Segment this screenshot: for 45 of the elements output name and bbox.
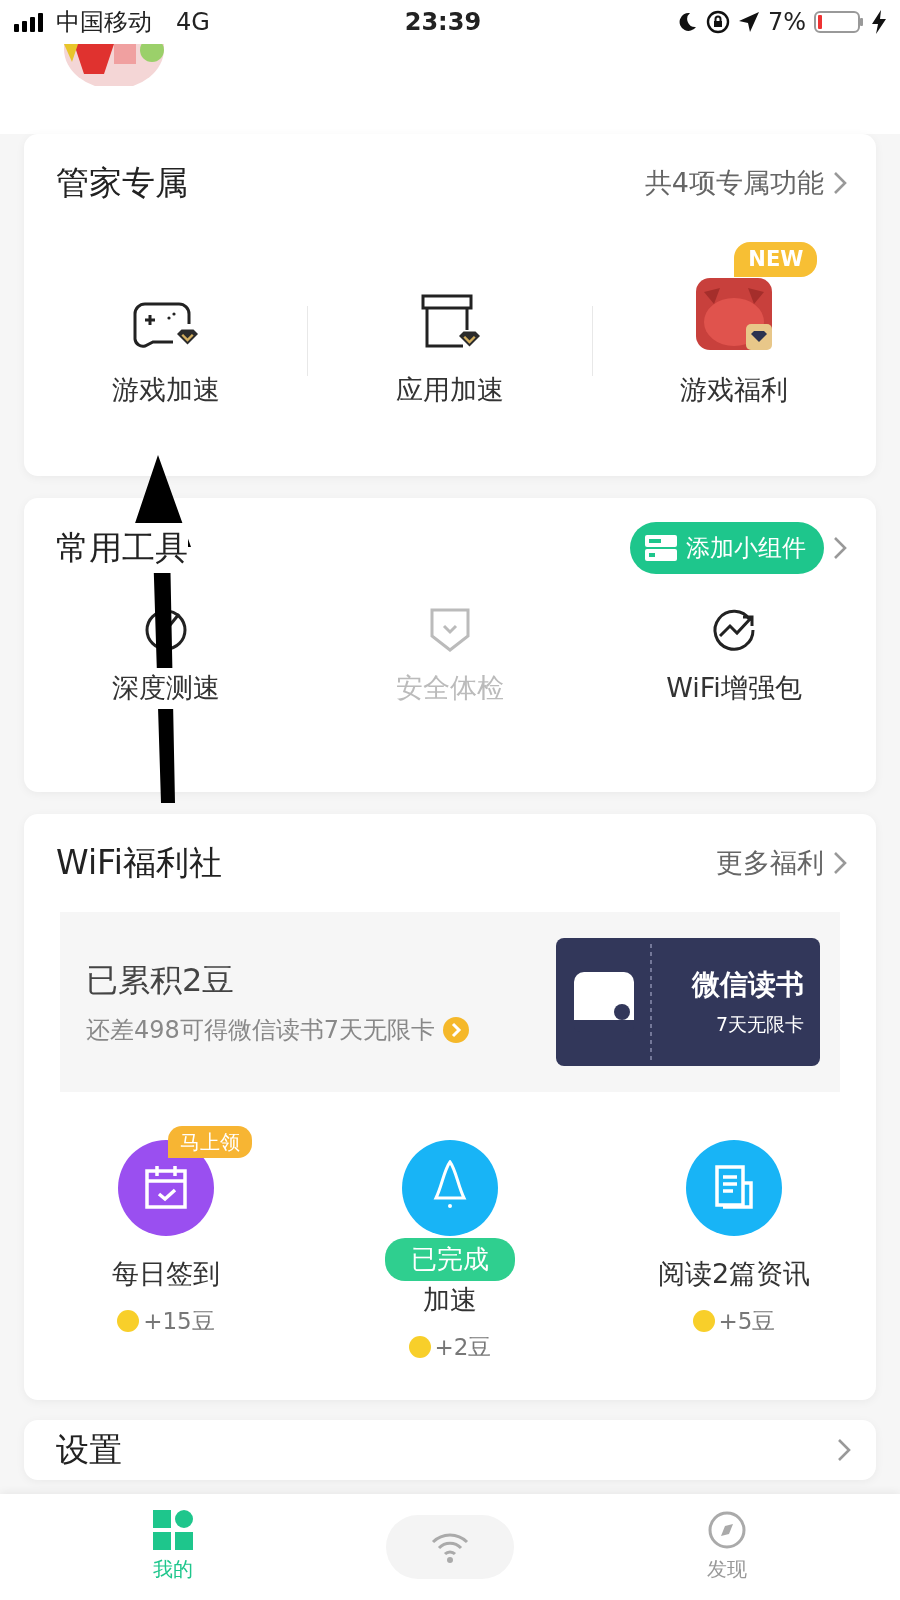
charging-icon (872, 10, 886, 34)
coin-icon (692, 1310, 715, 1333)
more-link[interactable]: 更多福利 (716, 842, 824, 883)
reward-amount: +2豆 (434, 1333, 492, 1362)
tool-label[interactable]: 深度测速 (112, 668, 220, 709)
claim-badge: 马上领 (168, 1125, 252, 1158)
more-link[interactable]: 共4项专属功能 (644, 162, 824, 203)
coin-icon (117, 1310, 140, 1333)
beans-total: 已累积2豆 (86, 959, 236, 1001)
chevron-circle-icon[interactable] (443, 1016, 470, 1043)
settings-row[interactable]: 设置 (24, 1420, 876, 1480)
feature-label[interactable]: 游戏加速 (111, 369, 220, 410)
chevron-icon (836, 1437, 852, 1463)
task-label: 每日签到 (112, 1256, 220, 1291)
chevron-icon (832, 535, 848, 561)
feature-label[interactable]: 应用加速 (396, 369, 504, 410)
task-label: 阅读2篇资讯 (657, 1256, 811, 1291)
feature-label[interactable]: 游戏福利 (680, 369, 789, 410)
rotation-lock-icon (705, 10, 730, 34)
section-title: 设置 (55, 1429, 122, 1472)
clock: 23:39 (404, 7, 482, 38)
new-badge: NEW (734, 241, 818, 277)
coin-icon (408, 1336, 431, 1359)
compass-icon (707, 1510, 747, 1550)
carrier-name: 中国移动 (56, 7, 152, 38)
network-type: 4G (176, 7, 210, 38)
widget-icon (644, 534, 678, 562)
section-title: WiFi福利社 (55, 842, 222, 884)
ticket-subtitle: 7天无限卡 (715, 1012, 804, 1038)
battery-icon (814, 11, 864, 33)
location-icon (737, 11, 760, 33)
reward-amount: +5豆 (718, 1307, 776, 1336)
ticket-title: 微信读书 (692, 967, 804, 1004)
section-title: 管家专属 (55, 162, 188, 204)
shield-icon (428, 606, 472, 654)
completed-badge: 已完成 (385, 1237, 515, 1281)
grid-icon (153, 1510, 193, 1550)
reward-amount: +15豆 (143, 1307, 215, 1336)
chevron-icon (832, 849, 848, 876)
chevron-icon (832, 169, 848, 196)
reward-ticket[interactable]: 微信读书 7天无限卡 (556, 937, 820, 1066)
task-label: 加速 (423, 1282, 477, 1317)
progress-hint: 还差498可得微信读书7天无限卡 (86, 1014, 436, 1046)
wifi-icon (430, 1530, 470, 1564)
battery-percent: 7% (767, 7, 806, 38)
